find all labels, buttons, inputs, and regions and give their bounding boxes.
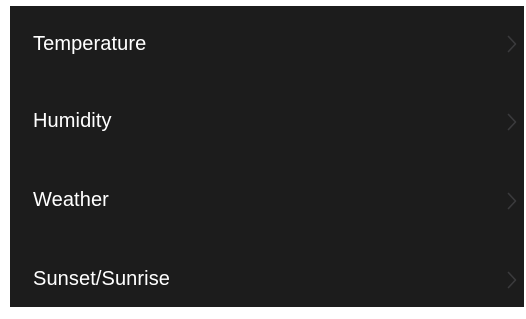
menu-item-label: Temperature — [33, 32, 147, 55]
menu-item-label: Weather — [33, 189, 109, 211]
chevron-right-icon — [506, 191, 518, 211]
menu-item-temperature[interactable]: Temperature — [10, 6, 524, 82]
chevron-right-icon — [506, 34, 518, 54]
menu-item-sunset-sunrise[interactable]: Sunset/Sunrise — [10, 240, 524, 319]
settings-panel: Temperature Humidity Weather Sunset/Sunr… — [10, 6, 524, 307]
menu-item-humidity[interactable]: Humidity — [10, 82, 524, 161]
settings-menu-list: Temperature Humidity Weather Sunset/Sunr… — [10, 6, 524, 319]
menu-item-label: Humidity — [33, 110, 112, 132]
menu-item-weather[interactable]: Weather — [10, 161, 524, 240]
chevron-right-icon — [506, 112, 518, 132]
chevron-right-icon — [506, 270, 518, 290]
menu-item-label: Sunset/Sunrise — [33, 268, 171, 290]
